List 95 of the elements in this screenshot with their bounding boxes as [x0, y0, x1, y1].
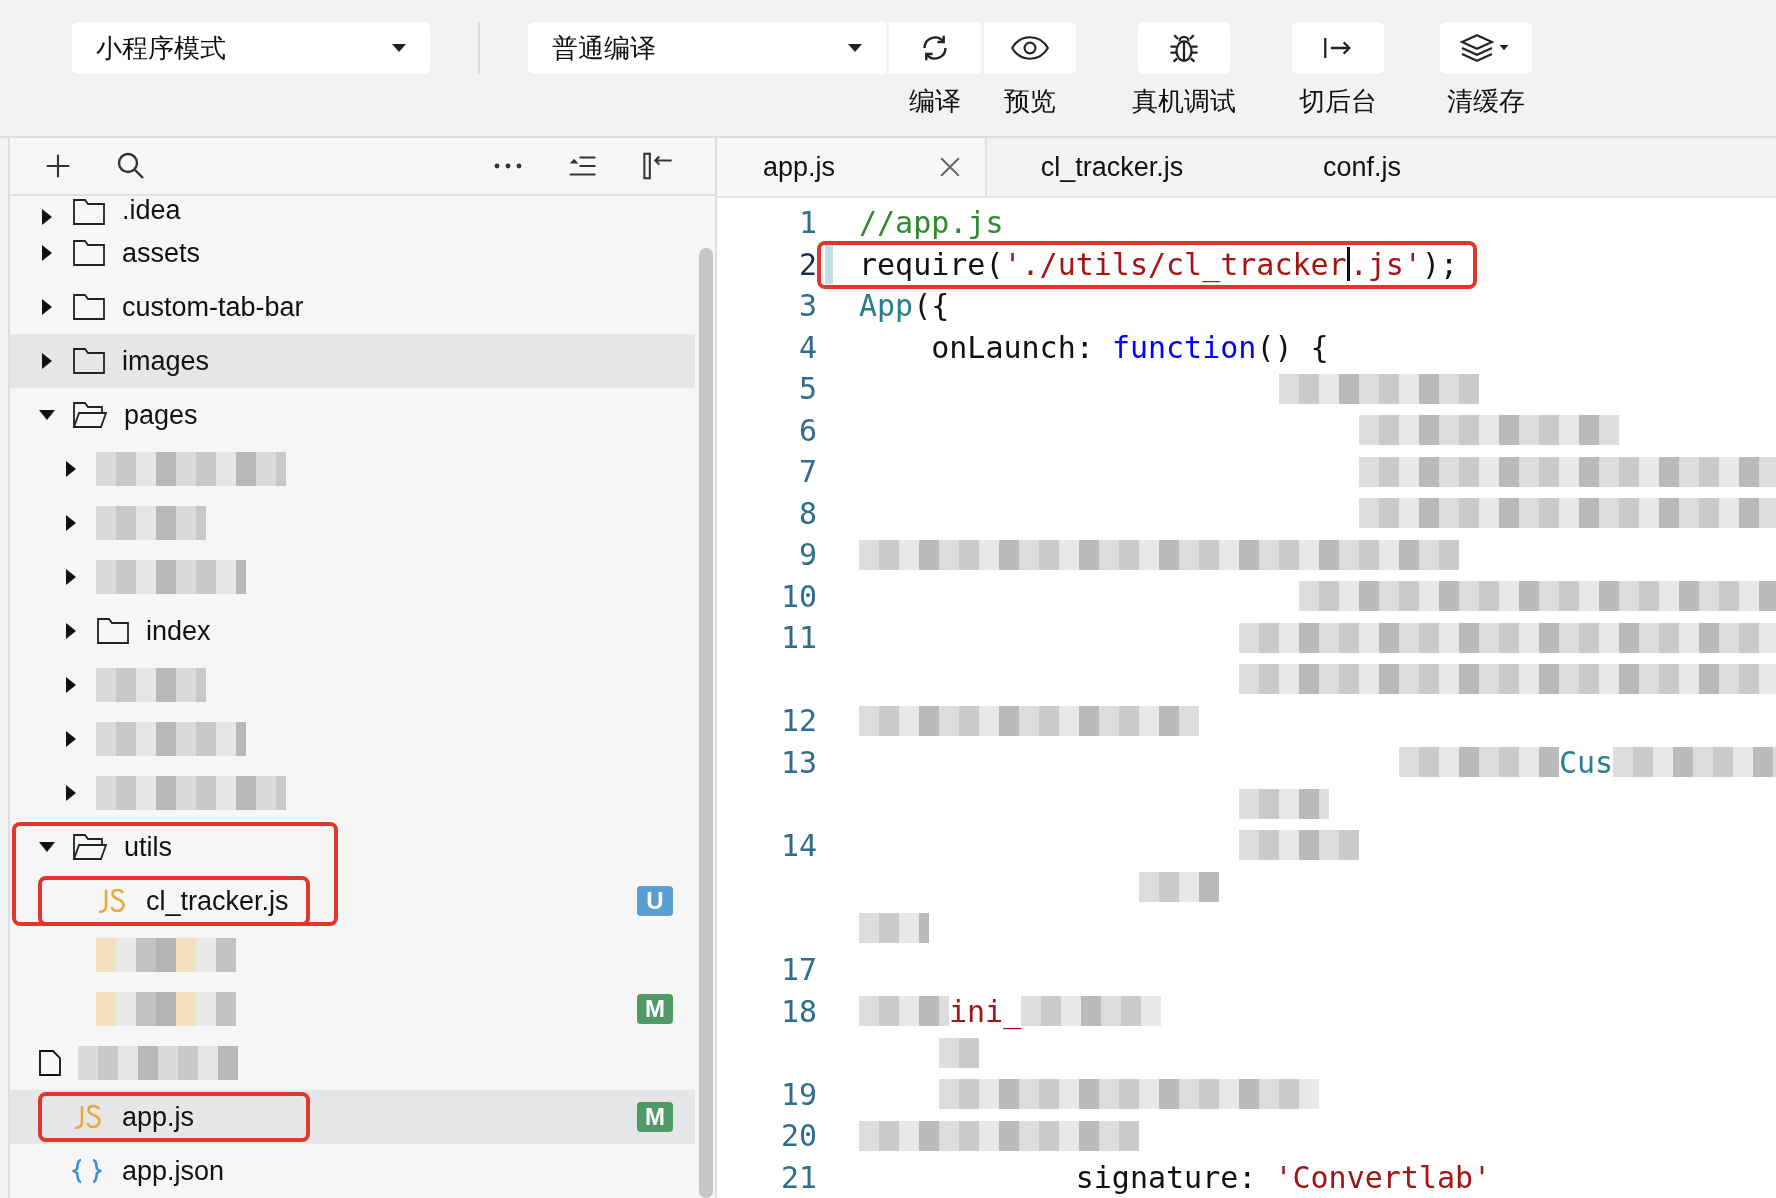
tree-item[interactable]: pages	[10, 388, 695, 442]
search-icon[interactable]	[116, 151, 146, 181]
git-status-badge: U	[637, 886, 673, 916]
tree-item-label: app.js	[122, 1101, 195, 1133]
more-icon[interactable]	[493, 162, 523, 170]
line-number: 11	[780, 620, 817, 656]
pixelated-code	[939, 1037, 979, 1068]
bug-button[interactable]	[1138, 22, 1230, 74]
code-token: .js'	[1349, 246, 1422, 282]
tree-item[interactable]: .idea	[10, 196, 695, 226]
plus-icon[interactable]	[44, 152, 72, 180]
git-status-badge: M	[637, 1102, 673, 1132]
js-file-icon	[72, 1104, 102, 1130]
line-number: 19	[780, 1076, 817, 1112]
tree-item-label: assets	[122, 237, 201, 269]
editor-tab[interactable]: conf.js	[1237, 138, 1487, 196]
line-number: 8	[798, 495, 817, 531]
code-area[interactable]: 1 //app.js 2 require('./utils/cl_tracker.js'); 3 App({ 4 onLaunch: function() { 5 6 7 8 9 10 11 12 13 Cus 14 17 18 ini_ 19 20 21 signature: 'Convertlab'	[717, 198, 1776, 1198]
code-token: //app.js	[859, 205, 1004, 241]
line-number: 1	[798, 205, 817, 241]
tree-item-label: images	[122, 345, 210, 377]
toolbar-label: 切后台	[1299, 85, 1377, 118]
tree-item[interactable]: images	[10, 334, 695, 388]
tree-item[interactable]: index	[10, 604, 695, 658]
tree-item-label: utils	[124, 831, 172, 863]
eye-button[interactable]	[984, 22, 1076, 74]
code-token: function	[1111, 329, 1257, 365]
tree-item-label: app.json	[122, 1155, 225, 1187]
tree-item-label: index	[146, 615, 211, 647]
open-folder-icon	[72, 833, 108, 861]
outdent-icon[interactable]	[567, 155, 597, 177]
tree-item-label: custom-tab-bar	[122, 291, 304, 323]
editor-tab[interactable]: cl_tracker.js	[987, 138, 1237, 196]
line-number: 13	[780, 744, 817, 780]
git-status-badge: M	[637, 994, 673, 1024]
line-number: 6	[798, 412, 817, 448]
code-token: Cus	[1559, 744, 1614, 780]
tree-item-label: pages	[124, 399, 198, 431]
compile-dropdown[interactable]: 普通编译	[528, 22, 886, 74]
braces-icon	[72, 1158, 102, 1184]
code-token: signature:	[1074, 1159, 1258, 1195]
refresh-button[interactable]	[889, 22, 981, 74]
toolbar-label: 真机调试	[1132, 85, 1236, 118]
line-number: 12	[780, 703, 817, 739]
layers-button[interactable]	[1440, 22, 1532, 74]
line-number: 21	[780, 1159, 817, 1195]
code-token: require(	[859, 246, 1004, 282]
scrollbar[interactable]	[699, 248, 713, 1198]
tree-item[interactable]: custom-tab-bar	[10, 280, 695, 334]
mode-dropdown[interactable]: 小程序模式	[72, 22, 430, 74]
arrow-right-button[interactable]	[1292, 22, 1384, 74]
caret-icon	[848, 44, 862, 52]
folder-icon	[72, 198, 106, 226]
line-number: 18	[780, 993, 817, 1029]
folder-icon	[72, 347, 106, 375]
tree-item[interactable]: utils	[10, 820, 695, 874]
file-icon	[38, 1049, 62, 1077]
tree-item[interactable]: assets	[10, 226, 695, 280]
tree-item-label: cl_tracker.js	[146, 885, 289, 917]
toolbar-label: 编译	[909, 85, 961, 118]
close-icon[interactable]	[939, 156, 961, 178]
editor-tab[interactable]: app.js	[717, 138, 987, 196]
tree-item[interactable]: cl_tracker.js U	[10, 874, 695, 928]
eye-icon	[1010, 34, 1050, 62]
line-number: 9	[798, 537, 817, 573]
pixelated-code	[859, 913, 929, 944]
toolbar-label: 清缓存	[1447, 85, 1525, 118]
line-number: 10	[780, 578, 817, 614]
code-token: ini_	[949, 993, 1022, 1029]
code-token: () {	[1256, 329, 1329, 365]
code-token: './utils/cl_tracker	[1003, 246, 1347, 282]
toolbar-label: 预览	[1004, 85, 1056, 118]
tree-item-label: .idea	[122, 195, 181, 226]
code-token: onLaunch:	[930, 329, 1095, 365]
line-number: 17	[780, 952, 817, 988]
code-token: App	[859, 288, 914, 324]
line-number: 5	[798, 371, 817, 407]
folder-icon	[96, 617, 130, 645]
code-token: );	[1421, 246, 1459, 282]
line-number: 14	[780, 827, 817, 863]
caret-icon	[392, 44, 406, 52]
collapse-panel-icon[interactable]	[641, 151, 675, 181]
code-token: ({	[913, 288, 950, 324]
code-token: 'Convertlab'	[1274, 1159, 1492, 1195]
js-file-icon	[96, 888, 126, 914]
line-number: 20	[780, 1118, 817, 1154]
open-folder-icon	[72, 401, 108, 429]
line-number: 4	[798, 329, 817, 365]
tree-item[interactable]: app.js M	[10, 1090, 695, 1144]
folder-icon	[72, 293, 106, 321]
line-number: 7	[798, 454, 817, 490]
folder-icon	[72, 239, 106, 267]
tree-item[interactable]: app.json	[10, 1144, 695, 1198]
line-number: 2	[798, 246, 817, 282]
line-number: 3	[798, 288, 817, 324]
